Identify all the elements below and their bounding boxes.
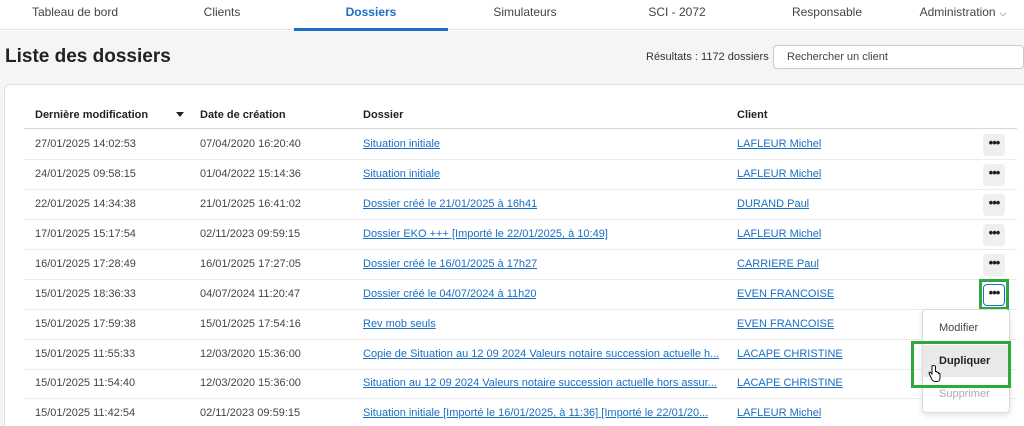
created-date: 04/07/2024 11:20:47 [200, 288, 301, 300]
column-header-modified[interactable]: Dernière modification [35, 109, 148, 121]
table-row: 27/01/2025 14:02:53 07/04/2020 16:20:40 … [24, 130, 1017, 160]
modified-date: 15/01/2025 11:54:40 [35, 377, 136, 389]
tab-simulateurs[interactable]: Simulateurs [448, 0, 602, 30]
dossier-link[interactable]: Dossier créé le 16/01/2025 à 17h27 [363, 258, 537, 270]
dossier-link[interactable]: Dossier EKO +++ [Importé le 22/01/2025, … [363, 228, 608, 240]
created-date: 12/03/2020 15:36:00 [200, 348, 301, 360]
more-actions-button[interactable]: ••• [983, 254, 1005, 276]
tab-label: Administration [919, 5, 996, 19]
more-actions-button[interactable]: ••• [983, 164, 1005, 186]
modified-date: 22/01/2025 14:34:38 [35, 198, 136, 210]
client-link[interactable]: LAFLEUR Michel [737, 407, 821, 419]
column-header-dossier[interactable]: Dossier [363, 109, 403, 121]
menu-item-modifier[interactable]: Modifier [923, 312, 1009, 344]
modified-date: 17/01/2025 15:17:54 [35, 228, 136, 240]
modified-date: 27/01/2025 14:02:53 [35, 138, 136, 150]
modified-date: 15/01/2025 17:59:38 [35, 318, 136, 330]
column-header-client[interactable]: Client [737, 109, 768, 121]
created-date: 16/01/2025 17:27:05 [200, 258, 301, 270]
client-link[interactable]: LAFLEUR Michel [737, 228, 821, 240]
tab-administration[interactable]: Administration ⌵ [902, 0, 1024, 30]
table-row: 24/01/2025 09:58:15 01/04/2022 15:14:36 … [24, 160, 1017, 190]
sort-desc-icon[interactable] [176, 112, 184, 117]
tab-label: Clients [203, 5, 241, 19]
tab-dossiers[interactable]: Dossiers [294, 0, 448, 31]
modified-date: 24/01/2025 09:58:15 [35, 168, 136, 180]
dossier-link[interactable]: Situation au 12 09 2024 Valeurs notaire … [363, 377, 717, 389]
table-row: 22/01/2025 14:34:38 21/01/2025 16:41:02 … [24, 190, 1017, 220]
created-date: 07/04/2020 16:20:40 [200, 138, 301, 150]
table-row: 15/01/2025 18:36:33 04/07/2024 11:20:47 … [24, 280, 1017, 310]
tab-responsable[interactable]: Responsable [752, 0, 902, 30]
client-link[interactable]: CARRIERE Paul [737, 258, 819, 270]
column-header-created[interactable]: Date de création [200, 109, 286, 121]
tab-label: SCI - 2072 [648, 5, 706, 19]
modified-date: 16/01/2025 17:28:49 [35, 258, 136, 270]
created-date: 21/01/2025 16:41:02 [200, 198, 301, 210]
search-input[interactable] [773, 45, 1024, 69]
created-date: 01/04/2022 15:14:36 [200, 168, 301, 180]
dossier-link[interactable]: Dossier créé le 21/01/2025 à 16h41 [363, 198, 537, 210]
client-link[interactable]: LACAPE CHRISTINE [737, 377, 843, 389]
table-row: 17/01/2025 15:17:54 02/11/2023 09:59:15 … [24, 220, 1017, 250]
top-nav: Tableau de bord Clients Dossiers Simulat… [0, 0, 1024, 31]
results-count: Résultats : 1172 dossiers [646, 51, 769, 63]
chevron-down-icon: ⌵ [999, 8, 1007, 18]
dossier-link[interactable]: Situation initiale [Importé le 16/01/202… [363, 407, 708, 419]
more-button-highlight [979, 279, 1009, 310]
more-actions-button[interactable]: ••• [983, 134, 1005, 156]
more-actions-button[interactable]: ••• [983, 194, 1005, 216]
hand-cursor-icon [928, 365, 941, 382]
table-row: 15/01/2025 17:59:38 15/01/2025 17:54:16 … [24, 310, 1017, 340]
header-divider [24, 128, 1017, 129]
tab-label: Tableau de bord [31, 5, 119, 19]
client-link[interactable]: EVEN FRANCOISE [737, 318, 834, 330]
modified-date: 15/01/2025 11:55:33 [35, 348, 136, 360]
more-actions-button[interactable]: ••• [983, 224, 1005, 246]
dossier-link[interactable]: Copie de Situation au 12 09 2024 Valeurs… [363, 348, 719, 360]
created-date: 02/11/2023 09:59:15 [200, 407, 301, 419]
dossier-link[interactable]: Dossier créé le 04/07/2024 à 11h20 [363, 288, 536, 300]
client-link[interactable]: LAFLEUR Michel [737, 168, 821, 180]
tab-tableau-de-bord[interactable]: Tableau de bord [0, 0, 150, 30]
tab-clients[interactable]: Clients [150, 0, 294, 30]
dupliquer-highlight [911, 341, 1011, 388]
dossier-link[interactable]: Situation initiale [363, 138, 440, 150]
dossier-link[interactable]: Situation initiale [363, 168, 440, 180]
modified-date: 15/01/2025 18:36:33 [35, 288, 136, 300]
tab-sci-2072[interactable]: SCI - 2072 [602, 0, 752, 30]
created-date: 12/03/2020 15:36:00 [200, 377, 301, 389]
tab-label: Simulateurs [493, 5, 557, 19]
tab-label: Responsable [791, 5, 863, 19]
tab-label: Dossiers [345, 5, 397, 19]
table-row: 15/01/2025 11:55:33 12/03/2020 15:36:00 … [24, 340, 1017, 370]
client-link[interactable]: LACAPE CHRISTINE [737, 348, 843, 360]
page-title: Liste des dossiers [5, 46, 171, 67]
created-date: 02/11/2023 09:59:15 [200, 228, 301, 240]
table-row: 15/01/2025 11:54:40 12/03/2020 15:36:00 … [24, 369, 1017, 399]
dossier-link[interactable]: Rev mob seuls [363, 318, 436, 330]
client-link[interactable]: EVEN FRANCOISE [737, 288, 834, 300]
table-row: 16/01/2025 17:28:49 16/01/2025 17:27:05 … [24, 250, 1017, 280]
modified-date: 15/01/2025 11:42:54 [35, 407, 136, 419]
client-link[interactable]: LAFLEUR Michel [737, 138, 821, 150]
table-row: 15/01/2025 11:42:54 02/11/2023 09:59:15 … [24, 399, 1017, 426]
client-link[interactable]: DURAND Paul [737, 198, 809, 210]
created-date: 15/01/2025 17:54:16 [200, 318, 301, 330]
